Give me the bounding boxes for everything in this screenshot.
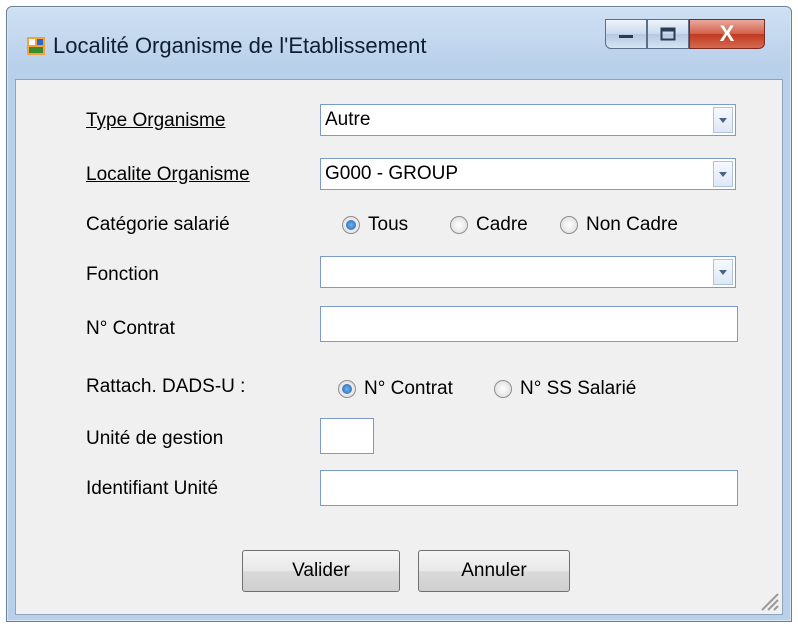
chevron-down-icon bbox=[719, 171, 727, 177]
dialog-window: Localité Organisme de l'Etablissement X … bbox=[6, 6, 792, 622]
unite-gestion-input[interactable] bbox=[320, 418, 374, 454]
numero-contrat-input[interactable] bbox=[320, 306, 738, 342]
maximize-icon bbox=[660, 27, 676, 41]
chevron-down-icon bbox=[719, 117, 727, 123]
radio-button-checked[interactable] bbox=[342, 216, 360, 234]
radio-button[interactable] bbox=[450, 216, 468, 234]
minimize-button[interactable] bbox=[605, 19, 647, 49]
minimize-icon bbox=[619, 35, 633, 38]
dropdown-arrow-button[interactable] bbox=[713, 161, 733, 187]
identifiant-unite-input[interactable] bbox=[320, 470, 738, 506]
maximize-button[interactable] bbox=[647, 19, 689, 49]
fonction-label: Fonction bbox=[86, 264, 159, 285]
localite-organisme-combo[interactable]: G000 - GROUP bbox=[320, 158, 736, 190]
dropdown-arrow-button[interactable] bbox=[713, 107, 733, 133]
radio-tous-label: Tous bbox=[368, 214, 409, 235]
app-icon bbox=[27, 37, 45, 55]
radio-button[interactable] bbox=[560, 216, 578, 234]
radio-tous[interactable]: Tous bbox=[342, 214, 408, 236]
localite-organisme-label: Localite Organisme bbox=[86, 164, 250, 185]
close-button[interactable]: X bbox=[689, 19, 765, 49]
radio-numero-ss-label: N° SS Salarié bbox=[520, 378, 637, 399]
localite-organisme-value: G000 - GROUP bbox=[325, 163, 459, 184]
radio-non-cadre[interactable]: Non Cadre bbox=[560, 214, 678, 236]
valider-button[interactable]: Valider bbox=[242, 550, 400, 592]
type-organisme-label: Type Organisme bbox=[86, 110, 226, 131]
identifiant-unite-label: Identifiant Unité bbox=[86, 478, 219, 499]
radio-numero-ss[interactable]: N° SS Salarié bbox=[494, 378, 636, 400]
radio-numero-contrat[interactable]: N° Contrat bbox=[338, 378, 453, 400]
type-organisme-combo[interactable]: Autre bbox=[320, 104, 736, 136]
dialog-body: Type Organisme Autre Localite Organisme … bbox=[15, 79, 783, 615]
window-controls: X bbox=[605, 19, 765, 53]
rattach-dads-label: Rattach. DADS-U : bbox=[86, 376, 246, 397]
type-organisme-value: Autre bbox=[325, 109, 371, 130]
fonction-combo[interactable] bbox=[320, 256, 736, 288]
dropdown-arrow-button[interactable] bbox=[713, 259, 733, 285]
radio-numero-contrat-label: N° Contrat bbox=[364, 378, 453, 399]
radio-cadre-label: Cadre bbox=[476, 214, 528, 235]
annuler-button[interactable]: Annuler bbox=[418, 550, 570, 592]
window-title: Localité Organisme de l'Etablissement bbox=[53, 33, 427, 58]
resize-grip-icon[interactable] bbox=[756, 588, 780, 612]
radio-non-cadre-label: Non Cadre bbox=[586, 214, 678, 235]
categorie-salarie-label: Catégorie salarié bbox=[86, 214, 230, 235]
chevron-down-icon bbox=[719, 269, 727, 275]
radio-button-checked[interactable] bbox=[338, 380, 356, 398]
close-icon: X bbox=[719, 21, 735, 46]
radio-button[interactable] bbox=[494, 380, 512, 398]
title-bar[interactable]: Localité Organisme de l'Etablissement X bbox=[7, 7, 791, 79]
numero-contrat-label: N° Contrat bbox=[86, 318, 175, 339]
unite-gestion-label: Unité de gestion bbox=[86, 428, 224, 449]
radio-cadre[interactable]: Cadre bbox=[450, 214, 528, 236]
